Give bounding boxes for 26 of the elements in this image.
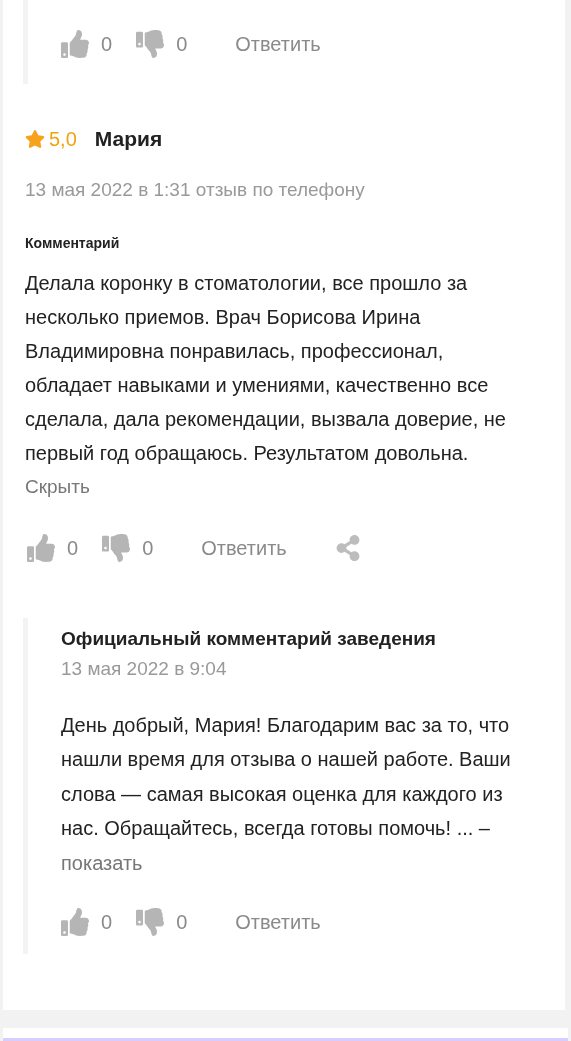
review-meta: 13 мая 2022 в 1:31 отзыв по телефону [25,178,366,202]
like-button[interactable]: 0 [61,907,113,937]
rating: 5,0 [25,124,77,154]
share-button[interactable] [334,534,361,561]
official-reply-title: Официальный комментарий заведения [61,626,437,651]
hide-link[interactable]: Скрыть [25,469,90,504]
thumbs-up-icon [27,533,55,562]
thumbs-down-icon [136,30,165,58]
dislike-button[interactable]: 0 [136,29,188,59]
reply-button[interactable]: Ответить [235,907,321,937]
comment-label: Комментарий [25,233,121,253]
official-reply-text: День добрый, Мария! Благодарим вас за то, что нашли время для отзыва о нашей работе. Ваши слова — самая высокая оценка для каждого из нас. Обращайтесь, всегда готовы помочь! ... – показать [61,712,512,876]
like-button[interactable]: 0 [61,29,113,59]
dislike-button[interactable]: 0 [102,532,154,563]
thumbs-up-icon [61,908,89,936]
thumbs-down-icon [102,533,131,562]
thumbs-up-icon [61,30,89,58]
reply-button[interactable]: Ответить [235,29,321,59]
official-reply-date: 13 мая 2022 в 9:04 [61,656,228,681]
like-button[interactable]: 0 [27,532,79,563]
thumbs-down-icon [136,908,165,936]
reply-button[interactable]: Ответить [201,532,287,563]
show-more-link[interactable]: показать [61,851,143,874]
review-text: Делала коронку в стоматологии, все прошло за несколько приемов. Врач Борисова Ирина Владимировна понравилась, профессионал, обладает навыками и умениями, качественно все сделала, дала рекомендации, вызвала доверие, не первый год обращаюсь. Результатом довольна. [25,270,507,466]
dislike-button[interactable]: 0 [136,907,188,937]
author-name: Мария [94,126,163,153]
